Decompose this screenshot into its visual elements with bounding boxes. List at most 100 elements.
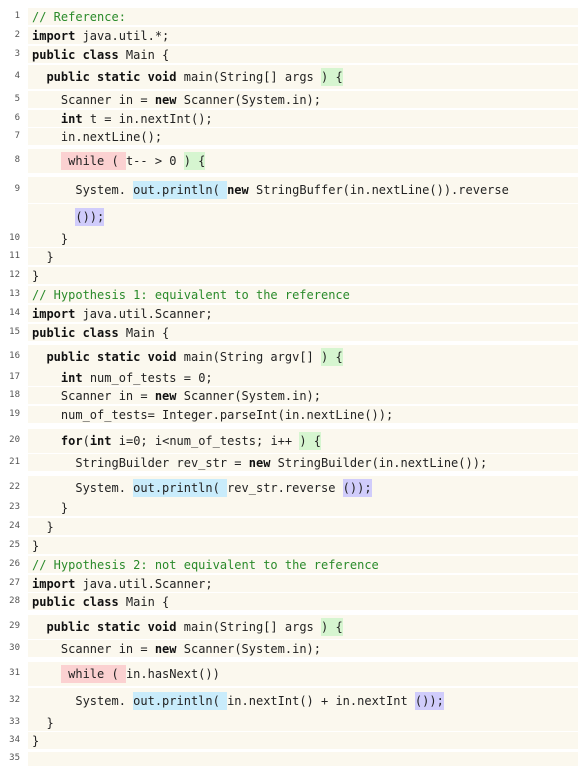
line-number: 2 (14, 30, 20, 40)
code-token: Scanner(System.in); (176, 92, 322, 107)
code-text: } (32, 520, 53, 534)
code-line: 30 Scanner in = new Scanner(System.in); (0, 640, 580, 657)
code-token: } (32, 268, 40, 283)
code-text: System. out.println( in.nextInt() + in.n… (32, 692, 444, 710)
keyword-token: new (248, 455, 271, 470)
code-token: main(String[] args (176, 620, 321, 634)
code-line-body: public static void main(String[] args ) … (28, 65, 578, 89)
code-line-body: System. out.println( new StringBuffer(in… (28, 177, 578, 203)
code-line: 32 System. out.println( in.nextInt() + i… (0, 688, 580, 714)
keyword-token: import (32, 28, 76, 43)
line-number: 21 (9, 457, 20, 467)
highlight-purple: ()); (414, 692, 444, 710)
code-line: 27 import java.util.Scanner; (0, 575, 580, 592)
code-line-body: for(int i=0; i<num_of_tests; i++ ) { (28, 429, 578, 453)
code-line-body: } (28, 518, 578, 535)
line-number: 3 (14, 49, 20, 59)
highlight-blue: out.println( (133, 479, 228, 497)
highlight-red: while ( (60, 152, 126, 170)
code-text: // Reference: (32, 10, 126, 24)
code-token: } (32, 500, 69, 515)
code-text: System. out.println( new StringBuffer(in… (32, 181, 509, 199)
code-token: System. (32, 694, 134, 708)
line-number: 15 (9, 327, 20, 337)
keyword-token: new (154, 388, 177, 403)
code-line: ()); (0, 204, 580, 230)
code-text: import java.util.*; (32, 29, 169, 43)
code-text: } (32, 232, 68, 246)
highlight-green: ) { (321, 68, 343, 86)
code-text: } (32, 715, 54, 730)
highlight-green: ) { (321, 618, 343, 636)
line-number: 11 (9, 251, 20, 261)
line-number: 35 (9, 753, 20, 763)
code-line-body: } (28, 714, 578, 731)
code-line: 26 // Hypothesis 2: not equivalent to the… (0, 556, 580, 573)
code-token: System. (32, 183, 134, 197)
line-number: 12 (9, 270, 20, 280)
line-number: 7 (14, 131, 20, 141)
code-token: in.nextInt() + in.nextInt (227, 694, 415, 708)
code-text: for(int i=0; i<num_of_tests; i++ ) { (32, 432, 322, 450)
code-line: 2 import java.util.*; (0, 27, 580, 44)
line-number: 14 (9, 308, 20, 318)
code-line-body: } (28, 499, 578, 516)
code-token: Scanner(System.in); (176, 641, 322, 656)
highlight-red: while ( (60, 665, 126, 683)
keyword-token: import (32, 576, 76, 591)
code-line: 14 import java.util.Scanner; (0, 305, 580, 322)
code-text: import java.util.Scanner; (32, 307, 213, 321)
code-token: System. (32, 481, 134, 495)
line-number: 26 (9, 559, 20, 569)
keyword-token: int (60, 370, 83, 385)
code-line-body: } (28, 732, 578, 749)
code-text: public class Main { (32, 595, 169, 609)
code-token: } (32, 249, 54, 264)
line-number: 27 (9, 578, 20, 588)
code-token: } (32, 733, 40, 748)
code-token: } (32, 715, 54, 730)
code-line-body: Scanner in = new Scanner(System.in); (28, 387, 578, 404)
code-line-body: Scanner in = new Scanner(System.in); (28, 640, 578, 657)
code-text: StringBuilder rev_str = new StringBuilde… (32, 456, 487, 470)
code-token: java.util.Scanner; (75, 576, 213, 591)
line-number: 9 (14, 184, 20, 194)
code-line-body: int num_of_tests = 0; (28, 369, 578, 386)
code-text: public static void main(String[] args ) … (32, 68, 343, 86)
code-line-body: ()); (28, 204, 578, 230)
keyword-token: public class (32, 47, 119, 62)
code-text: import java.util.Scanner; (32, 577, 213, 591)
keyword-token: import (32, 306, 76, 321)
code-line: 29 public static void main(String[] args… (0, 615, 580, 639)
code-line-body: System. out.println( rev_str.reverse ())… (28, 476, 578, 500)
code-text: public class Main { (32, 326, 169, 340)
line-number: 8 (14, 155, 20, 165)
code-text: public class Main { (32, 48, 169, 62)
keyword-token: int (60, 111, 83, 126)
line-number: 6 (14, 113, 20, 123)
code-line-body: // Hypothesis 1: equivalent to the refer… (28, 286, 578, 303)
code-line-body (28, 752, 578, 766)
code-text: } (32, 269, 39, 283)
line-number: 20 (9, 435, 20, 445)
keyword-token: public class (32, 594, 119, 609)
code-text: Scanner in = new Scanner(System.in); (32, 642, 321, 656)
code-token: Main { (118, 594, 170, 609)
code-line: 23 } (0, 499, 580, 516)
code-line: 11 } (0, 248, 580, 265)
code-token: in.hasNext()) (125, 667, 220, 681)
code-line-body: } (28, 248, 578, 265)
code-text: ()); (32, 208, 105, 226)
comment-token: // Hypothesis 2: not equivalent to the r… (32, 557, 379, 572)
code-text: public static void main(String argv[] ) … (32, 348, 343, 366)
code-text: int num_of_tests = 0; (32, 371, 213, 385)
code-line-body: Scanner in = new Scanner(System.in); (28, 91, 578, 108)
code-line-body: // Reference: (28, 8, 578, 25)
code-token: Main { (118, 47, 170, 62)
code-token: java.util.*; (75, 28, 170, 43)
code-line-body: int t = in.nextInt(); (28, 110, 578, 127)
